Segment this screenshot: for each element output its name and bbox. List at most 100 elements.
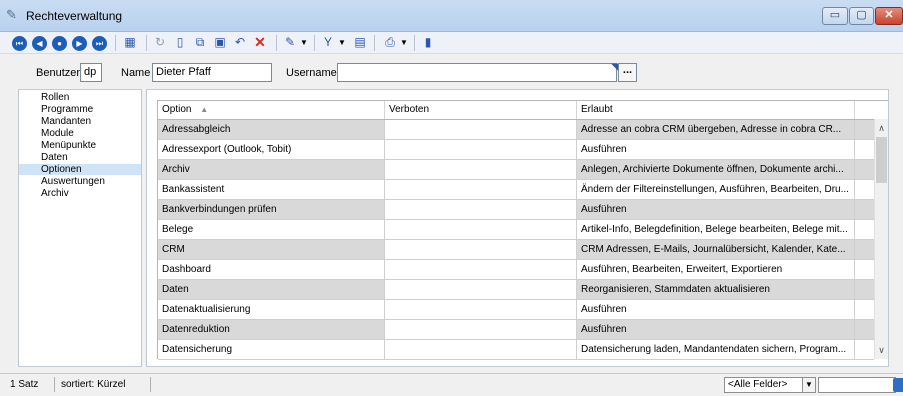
table-row[interactable]: Datenaktualisierung Ausführen (158, 300, 874, 320)
cell-option: Datenaktualisierung (158, 300, 385, 319)
cell-erlaubt: Datensicherung laden, Mandantendaten sic… (577, 340, 855, 359)
cell-spacer (855, 220, 874, 239)
cell-spacer (855, 340, 874, 359)
book-icon[interactable]: ▮ (420, 34, 436, 51)
calendar-icon[interactable]: ▦ (122, 34, 138, 51)
table-row[interactable]: Bankassistent Ändern der Filtereinstellun… (158, 180, 874, 200)
filter-dropdown-icon[interactable]: ▼ (337, 34, 347, 51)
sidebar-item-programme[interactable]: Programme (19, 104, 141, 115)
status-bar: 1 Satz sortiert: Kürzel <Alle Felder> ▼ (0, 373, 903, 396)
cell-option: Bankassistent (158, 180, 385, 199)
column-option[interactable]: Option ▲ (158, 101, 385, 119)
filter-bar: Benutzer dp Name Dieter Pfaff Username ◥… (0, 58, 903, 86)
edit-icon[interactable]: ✎ (282, 34, 298, 51)
name-field[interactable]: Dieter Pfaff (152, 63, 272, 82)
cell-erlaubt: Reorganisieren, Stammdaten aktualisieren (577, 280, 855, 299)
table-row[interactable]: CRM CRM Adressen, E-Mails, Journalübersic… (158, 240, 874, 260)
table-row[interactable]: Datenreduktion Ausführen (158, 320, 874, 340)
cell-spacer (855, 260, 874, 279)
cell-option: Datenreduktion (158, 320, 385, 339)
username-label: Username (286, 67, 337, 79)
cell-erlaubt: Ausführen, Bearbeiten, Erweitert, Export… (577, 260, 855, 279)
column-option-label: Option (162, 104, 192, 115)
cell-erlaubt: Ausführen (577, 300, 855, 319)
print-dropdown-icon[interactable]: ▼ (399, 34, 409, 51)
undo-icon[interactable]: ↶ (232, 34, 248, 51)
scroll-down-icon[interactable]: ∨ (875, 343, 888, 357)
grid-panel: Option ▲ Verboten Erlaubt Adressabgleich… (146, 89, 889, 367)
cell-erlaubt: Anlegen, Archivierte Dokumente öffnen, D… (577, 160, 855, 179)
username-field[interactable] (337, 63, 617, 82)
stop-icon[interactable]: ● (52, 36, 67, 51)
column-erlaubt[interactable]: Erlaubt (577, 101, 855, 119)
cell-erlaubt: Ändern der Filtereinstellungen, Ausführe… (577, 180, 855, 199)
last-record-icon[interactable]: ⏭ (92, 36, 107, 51)
scroll-thumb[interactable] (876, 137, 887, 183)
cell-option: Adressexport (Outlook, Tobit) (158, 140, 385, 159)
first-record-icon[interactable]: ⏮ (12, 36, 27, 51)
table-row[interactable]: Daten Reorganisieren, Stammdaten aktualis… (158, 280, 874, 300)
sidebar-item-module[interactable]: Module (19, 128, 141, 139)
column-spacer (855, 101, 874, 119)
table-row[interactable]: Datensicherung Datensicherung laden, Mand… (158, 340, 874, 360)
save-icon[interactable]: ▣ (212, 34, 228, 51)
cell-verboten (385, 320, 577, 339)
cell-erlaubt: Adresse an cobra CRM übergeben, Adresse … (577, 120, 855, 139)
cell-verboten (385, 300, 577, 319)
delete-icon[interactable]: ✕ (252, 34, 268, 51)
filter-icon[interactable]: Y (320, 34, 336, 51)
cell-spacer (855, 300, 874, 319)
close-button[interactable]: ✕ (875, 7, 903, 25)
cell-spacer (855, 120, 874, 139)
cell-verboten (385, 120, 577, 139)
cell-verboten (385, 180, 577, 199)
lookup-button[interactable]: ... (618, 63, 637, 82)
scroll-up-icon[interactable]: ∧ (875, 121, 888, 135)
copy-icon[interactable]: ⧉ (192, 34, 208, 51)
table-row[interactable]: Adressabgleich Adresse an cobra CRM überg… (158, 120, 874, 140)
sidebar-item-daten[interactable]: Daten (19, 152, 141, 163)
new-icon[interactable]: ▯ (172, 34, 188, 51)
sidebar-item-mandanten[interactable]: Mandanten (19, 116, 141, 127)
table-row[interactable]: Adressexport (Outlook, Tobit) Ausführen (158, 140, 874, 160)
chevron-down-icon[interactable]: ▼ (802, 378, 815, 392)
sidebar-item-optionen[interactable]: Optionen (19, 164, 141, 175)
cell-option: Adressabgleich (158, 120, 385, 139)
cell-verboten (385, 340, 577, 359)
search-icon[interactable] (893, 378, 903, 392)
vertical-scrollbar[interactable]: ∧ ∨ (874, 119, 888, 359)
sidebar-item-auswertungen[interactable]: Auswertungen (19, 176, 141, 187)
column-verboten[interactable]: Verboten (385, 101, 577, 119)
quick-search-input[interactable] (818, 377, 896, 393)
sidebar-item-rollen[interactable]: Rollen (19, 92, 141, 103)
table-row[interactable]: Bankverbindungen prüfen Ausführen (158, 200, 874, 220)
field-selector-value: <Alle Felder> (728, 379, 788, 390)
sidebar-item-menuepunkte[interactable]: Menüpunkte (19, 140, 141, 151)
cell-verboten (385, 200, 577, 219)
cell-erlaubt: Ausführen (577, 200, 855, 219)
window-title: Rechteverwaltung (26, 9, 123, 23)
document-icon[interactable]: ▤ (352, 34, 368, 51)
options-table: Option ▲ Verboten Erlaubt Adressabgleich… (157, 100, 888, 360)
cell-spacer (855, 320, 874, 339)
cell-spacer (855, 200, 874, 219)
app-icon: ✎ (6, 7, 17, 22)
next-record-icon[interactable]: ▶ (72, 36, 87, 51)
benutzer-label: Benutzer (36, 67, 81, 79)
table-row[interactable]: Dashboard Ausführen, Bearbeiten, Erweiter… (158, 260, 874, 280)
cell-erlaubt: Artikel-Info, Belegdefinition, Belege be… (577, 220, 855, 239)
edit-dropdown-icon[interactable]: ▼ (299, 34, 309, 51)
print-icon[interactable]: ⎙ (382, 34, 398, 51)
table-row[interactable]: Belege Artikel-Info, Belegdefinition, Bel… (158, 220, 874, 240)
minimize-button[interactable]: ▭ (822, 7, 848, 25)
benutzer-field[interactable]: dp (80, 63, 102, 82)
previous-record-icon[interactable]: ◀ (32, 36, 47, 51)
maximize-button[interactable]: ▢ (849, 7, 874, 25)
field-selector[interactable]: <Alle Felder> ▼ (724, 377, 816, 393)
cell-spacer (855, 240, 874, 259)
sidebar-item-archiv[interactable]: Archiv (19, 188, 141, 199)
table-row[interactable]: Archiv Anlegen, Archivierte Dokumente öff… (158, 160, 874, 180)
cell-option: Dashboard (158, 260, 385, 279)
refresh-icon[interactable]: ↻ (152, 34, 168, 51)
cell-option: Daten (158, 280, 385, 299)
